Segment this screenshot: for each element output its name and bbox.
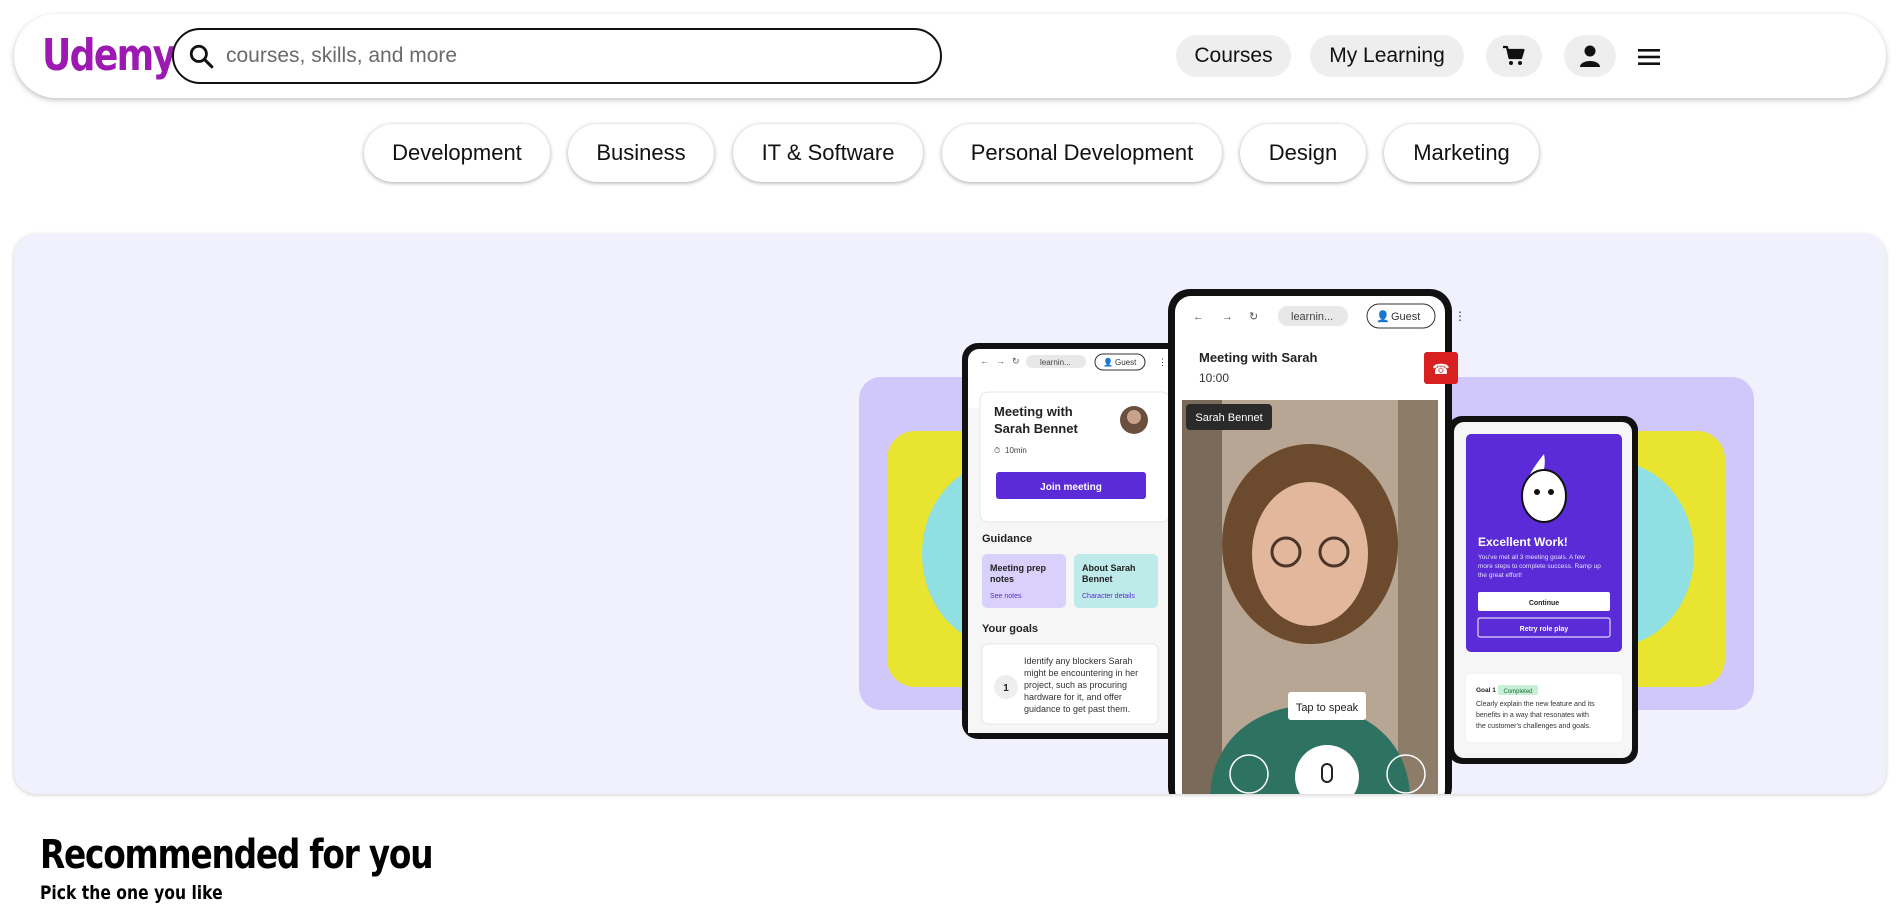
- my-learning-button[interactable]: My Learning: [1310, 35, 1464, 77]
- kebab-icon: ⋮: [1158, 357, 1167, 367]
- svg-text:Goal 1: Goal 1: [1476, 687, 1496, 694]
- guest-user-icon: 👤: [1103, 357, 1113, 367]
- svg-text:You've met all 3 meeting goals: You've met all 3 meeting goals. A few: [1478, 554, 1585, 561]
- timer-icon: ⏱: [994, 446, 1000, 455]
- hero-banner: ← → ↻ learnin... 👤 Guest ⋮ Meeting with …: [14, 234, 1886, 794]
- hero-illustration: ← → ↻ learnin... 👤 Guest ⋮ Meeting with …: [859, 289, 1754, 794]
- cart-icon: [1503, 45, 1525, 65]
- udemy-logo[interactable]: Udemy: [42, 32, 176, 80]
- svg-text:the great effort!: the great effort!: [1478, 572, 1522, 579]
- svg-text:Guidance: Guidance: [982, 533, 1032, 545]
- svg-text:Meeting with: Meeting with: [994, 404, 1073, 419]
- svg-text:Continue: Continue: [1529, 600, 1559, 607]
- svg-text:Tap to speak: Tap to speak: [1296, 702, 1359, 714]
- svg-text:benefits in a way that resonat: benefits in a way that resonates with: [1476, 712, 1589, 719]
- guest-user-icon: 👤: [1376, 310, 1390, 323]
- hangup-icon: ☎: [1432, 361, 1449, 377]
- svg-text:Bennet: Bennet: [1082, 574, 1113, 584]
- svg-text:Join meeting: Join meeting: [1040, 482, 1102, 493]
- right-phone: Excellent Work! You've met all 3 meeting…: [1448, 416, 1638, 764]
- left-phone: ← → ↻ learnin... 👤 Guest ⋮ Meeting with …: [962, 343, 1184, 739]
- kebab-icon: ⋮: [1454, 309, 1466, 323]
- category-development[interactable]: Development: [364, 124, 550, 182]
- menu-button[interactable]: [1634, 42, 1664, 72]
- category-design[interactable]: Design: [1240, 124, 1366, 182]
- svg-text:hardware for it, and offer: hardware for it, and offer: [1024, 692, 1122, 702]
- category-marketing[interactable]: Marketing: [1384, 124, 1539, 182]
- svg-text:learnin...: learnin...: [1040, 358, 1071, 367]
- svg-text:notes: notes: [990, 574, 1014, 584]
- back-arrow-icon: ←: [1193, 311, 1204, 323]
- search-bar[interactable]: [172, 28, 942, 84]
- svg-text:Character details: Character details: [1082, 593, 1135, 600]
- svg-text:10:00: 10:00: [1199, 371, 1229, 385]
- svg-text:Identify any blockers Sarah: Identify any blockers Sarah: [1024, 656, 1133, 666]
- svg-text:See notes: See notes: [990, 593, 1022, 600]
- recommended-title: Recommended for you: [40, 832, 434, 878]
- category-bar: Development Business IT & Software Perso…: [0, 124, 1900, 182]
- svg-text:About Sarah: About Sarah: [1082, 563, 1136, 573]
- flame-mascot-icon: [1521, 469, 1567, 523]
- svg-text:Sarah Bennet: Sarah Bennet: [994, 421, 1078, 436]
- svg-text:Your goals: Your goals: [982, 623, 1038, 635]
- svg-text:Meeting with Sarah: Meeting with Sarah: [1199, 350, 1318, 365]
- courses-button[interactable]: Courses: [1176, 35, 1291, 77]
- cart-button[interactable]: [1486, 35, 1542, 77]
- svg-text:learnin...: learnin...: [1291, 311, 1333, 323]
- reload-icon: ↻: [1249, 311, 1258, 323]
- hamburger-icon: [1638, 49, 1660, 65]
- svg-text:might be encountering in her: might be encountering in her: [1024, 668, 1138, 678]
- forward-arrow-icon: →: [996, 356, 1005, 366]
- svg-text:Meeting prep: Meeting prep: [990, 563, 1047, 573]
- svg-text:10min: 10min: [1005, 446, 1027, 455]
- category-it-software[interactable]: IT & Software: [733, 124, 923, 182]
- svg-text:Retry role play: Retry role play: [1520, 626, 1569, 633]
- search-icon: [189, 44, 214, 69]
- svg-text:Sarah Bennet: Sarah Bennet: [1195, 412, 1262, 424]
- category-business[interactable]: Business: [568, 124, 714, 182]
- svg-text:1: 1: [1003, 683, 1009, 694]
- svg-text:project, such as procuring: project, such as procuring: [1024, 680, 1127, 690]
- svg-text:Completed: Completed: [1503, 689, 1532, 695]
- svg-text:Clearly explain the new featur: Clearly explain the new feature and its: [1476, 701, 1595, 708]
- search-input[interactable]: [226, 44, 906, 68]
- back-arrow-icon: ←: [980, 356, 989, 366]
- user-icon: [1580, 45, 1600, 67]
- recommended-subtitle: Pick the one you like: [40, 882, 223, 904]
- category-personal-development[interactable]: Personal Development: [942, 124, 1222, 182]
- svg-text:guidance to get past them.: guidance to get past them.: [1024, 704, 1130, 714]
- top-header: Udemy Courses My Learning: [14, 14, 1886, 98]
- svg-text:Guest: Guest: [1115, 358, 1137, 367]
- svg-text:more steps to complete success: more steps to complete success. Ramp up: [1478, 563, 1601, 570]
- profile-button[interactable]: [1564, 35, 1616, 77]
- svg-text:Guest: Guest: [1391, 311, 1420, 323]
- reload-icon: ↻: [1012, 356, 1020, 366]
- forward-arrow-icon: →: [1222, 311, 1233, 323]
- center-phone: ← → ↻ learnin... 👤 Guest ⋮ Meeting with …: [1168, 289, 1466, 794]
- svg-text:Excellent Work!: Excellent Work!: [1478, 535, 1568, 549]
- svg-text:the customer's challenges and: the customer's challenges and goals.: [1476, 723, 1591, 730]
